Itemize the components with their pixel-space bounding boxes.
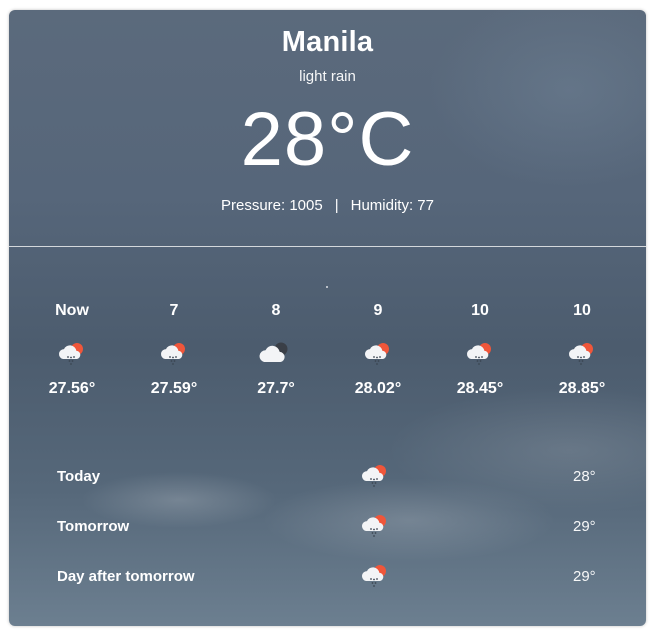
city-name: Manila [281,26,374,58]
cloud-sun-rain-icon [327,340,429,370]
daily-temp: 28° [573,468,596,485]
daily-item: Day after tomorrow 29° [9,562,646,592]
hourly-item: 7 27.59° [123,300,225,410]
hourly-item: 8 27.7° [225,300,327,410]
current-temperature: 28°C [240,97,415,182]
daily-label: Day after tomorrow [57,568,195,585]
hourly-item: 10 28.85° [531,300,633,410]
weather-description: light rain [299,68,356,85]
daily-label: Tomorrow [57,518,130,535]
weather-meta: Pressure: 1005 | Humidity: 77 [9,197,646,214]
daily-item: Today 28° [9,462,646,492]
daily-temp: 29° [573,568,596,585]
humidity-value: Humidity: 77 [350,197,434,214]
daily-temp: 29° [573,518,596,535]
hourly-time: 10 [573,302,591,319]
hourly-temp: 27.7° [257,380,295,397]
rain-drop-decoration [326,286,328,288]
pressure-value: Pressure: 1005 [220,197,323,214]
hourly-item: 9 28.02° [327,300,429,410]
weather-card: Manila light rain 28°C Pressure: 1005 | Hu… [9,10,646,626]
cloud-sun-rain-icon [360,512,390,538]
cloud-sun-rain-icon [531,340,633,370]
hourly-forecast: Now 27.56° 7 27.59° 8 27.7° 9 28.02° 10 … [21,300,633,410]
hourly-time: 8 [271,302,281,319]
daily-label: Today [57,468,101,485]
hourly-item: Now 27.56° [21,300,123,410]
cloud-sun-rain-icon [360,462,390,488]
hourly-time: 10 [471,302,489,319]
hourly-temp: 28.85° [558,380,606,397]
hourly-time: 7 [169,302,179,319]
hourly-time: Now [55,302,89,319]
cloud-sun-rain-icon [21,340,123,370]
hourly-item: 10 28.45° [429,300,531,410]
hourly-temp: 28.02° [354,380,402,397]
cloud-sun-rain-icon [360,562,390,588]
hourly-temp: 27.59° [150,380,198,397]
hourly-temp: 27.56° [48,380,96,397]
meta-separator: | [334,197,339,214]
cloud-sun-rain-icon [123,340,225,370]
daily-item: Tomorrow 29° [9,512,646,542]
section-divider [9,246,646,247]
cloud-sun-rain-icon [429,340,531,370]
cloud-moon-icon [225,340,327,370]
hourly-temp: 28.45° [456,380,504,397]
hourly-time: 9 [373,302,383,319]
